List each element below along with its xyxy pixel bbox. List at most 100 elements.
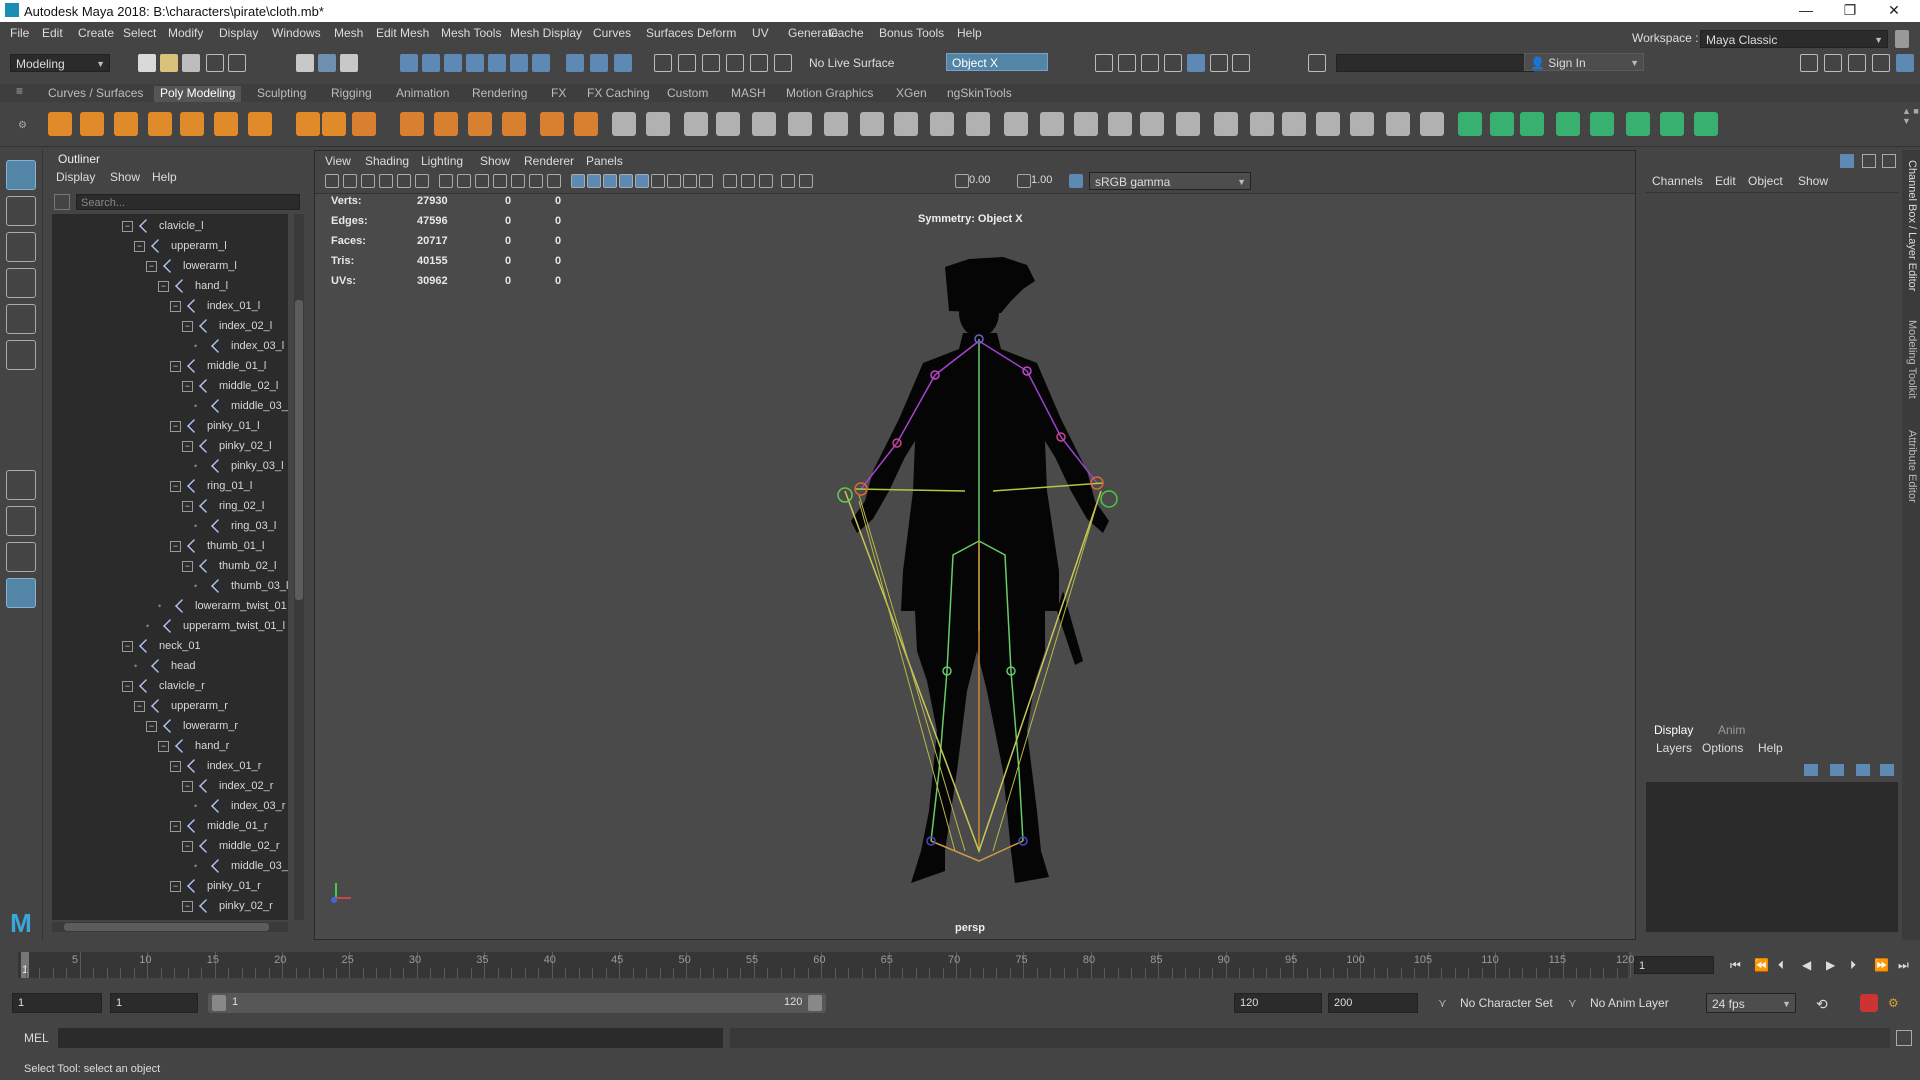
open-scene-icon[interactable] — [160, 54, 178, 72]
collapse-icon[interactable]: − — [122, 640, 133, 652]
menu-curves[interactable]: Curves — [593, 26, 631, 40]
smooth-shade-icon[interactable] — [587, 174, 601, 188]
menu-mesh[interactable]: Mesh — [334, 26, 363, 40]
snap-curve-icon[interactable] — [422, 54, 440, 72]
channel-box-pin-icon[interactable] — [1840, 154, 1854, 168]
sign-in-button[interactable]: 👤 Sign In ▼ — [1524, 53, 1644, 71]
magnet-icon[interactable] — [590, 54, 608, 72]
backface-cull-icon[interactable] — [799, 174, 813, 188]
pirate-character-mesh[interactable] — [765, 251, 1185, 921]
camera-attributes-icon[interactable] — [343, 174, 357, 188]
filter-icon[interactable] — [54, 194, 70, 210]
arnold-render-icon[interactable] — [1164, 54, 1182, 72]
exposure-field[interactable]: 0.00 — [969, 174, 990, 186]
poke-icon[interactable] — [1316, 112, 1340, 136]
outliner-node[interactable]: • ring_03_l — [194, 517, 276, 535]
collapse-icon[interactable]: − — [122, 220, 133, 232]
outliner-node[interactable]: − thumb_01_l — [170, 537, 265, 555]
outliner-vertical-scrollbar[interactable] — [294, 214, 304, 920]
mode-dropdown[interactable]: Modeling ▼ — [10, 54, 110, 72]
current-frame-field[interactable]: 1 — [1634, 956, 1714, 974]
collapse-icon[interactable]: − — [170, 820, 181, 832]
character-set-dropdown[interactable]: No Character Set — [1460, 996, 1553, 1010]
play-backwards-icon[interactable]: ◀ — [1802, 958, 1811, 972]
hypershade-icon[interactable] — [750, 54, 768, 72]
render-region-icon[interactable] — [1095, 54, 1113, 72]
outliner-node[interactable]: − middle_02_r — [182, 837, 280, 855]
film-gate-icon[interactable] — [457, 174, 471, 188]
poly-disc-icon[interactable] — [248, 112, 272, 136]
viewport-menu-lighting[interactable]: Lighting — [421, 154, 463, 168]
outliner-horizontal-scrollbar[interactable] — [52, 922, 288, 932]
outliner-node[interactable]: • head — [134, 657, 195, 675]
nurbs-cube-icon[interactable] — [502, 112, 526, 136]
color-management-icon[interactable] — [1069, 174, 1083, 188]
object-menu[interactable]: Object — [1748, 174, 1783, 188]
quadrangulate-icon[interactable] — [1176, 112, 1200, 136]
animation-start-field[interactable]: 1 — [12, 993, 102, 1013]
svg-icon[interactable] — [400, 112, 424, 136]
mirror-icon[interactable] — [1074, 112, 1098, 136]
auto-key-icon[interactable] — [1860, 994, 1878, 1012]
grease-pencil-icon[interactable] — [415, 174, 429, 188]
playback-end-field[interactable]: 120 — [1234, 993, 1322, 1013]
viewport-menu-view[interactable]: View — [325, 154, 351, 168]
scrollbar-thumb[interactable] — [295, 300, 303, 600]
four-view-layout-icon[interactable] — [6, 506, 36, 536]
command-language-label[interactable]: MEL — [24, 1031, 49, 1045]
time-slider-track[interactable]: 1 51015202530354045505560657075808590951… — [18, 952, 1634, 978]
shelf-tab-rendering[interactable]: Rendering — [472, 86, 527, 100]
step-back-key-icon[interactable]: ⏪ — [1754, 958, 1769, 972]
tab-anim[interactable]: Anim — [1718, 723, 1745, 737]
collapse-icon[interactable]: − — [170, 880, 181, 892]
use-all-lights-icon[interactable] — [619, 174, 633, 188]
platonic-solid-icon[interactable] — [296, 112, 320, 136]
animation-preferences-icon[interactable]: ⚙ — [1888, 996, 1899, 1010]
tab-channel-box-layer-editor[interactable]: Channel Box / Layer Editor — [1904, 160, 1918, 291]
character-controls-icon[interactable] — [1824, 54, 1842, 72]
save-scene-icon[interactable] — [182, 54, 200, 72]
channel-box-float-icon[interactable] — [1882, 154, 1896, 168]
snap-surface-icon[interactable] — [488, 54, 506, 72]
outliner-node[interactable]: − index_01_r — [170, 757, 261, 775]
new-scene-icon[interactable] — [138, 54, 156, 72]
paint-select-tool-icon[interactable] — [6, 232, 36, 262]
poly-cube-icon[interactable] — [80, 112, 104, 136]
outliner-node[interactable]: • index_03_r — [194, 797, 285, 815]
menu-cache[interactable]: Cache — [829, 26, 864, 40]
tab-attribute-editor[interactable]: Attribute Editor — [1904, 430, 1918, 503]
range-slider[interactable]: 1 120 — [208, 993, 826, 1013]
construction-history-icon[interactable] — [654, 54, 672, 72]
xray-active-icon[interactable] — [759, 174, 773, 188]
auto-map-icon[interactable] — [1556, 112, 1580, 136]
collapse-icon[interactable]: − — [182, 560, 193, 572]
script-editor-icon[interactable] — [1896, 1030, 1912, 1046]
offset-loop-icon[interactable] — [1004, 112, 1028, 136]
select-tool-icon[interactable] — [6, 160, 36, 190]
outliner-node[interactable]: − middle_01_l — [170, 357, 266, 375]
menu-select[interactable]: Select — [123, 26, 156, 40]
outliner-search-input[interactable]: Search... — [76, 194, 300, 210]
collapse-icon[interactable]: − — [170, 300, 181, 312]
collapse-icon[interactable]: − — [182, 900, 193, 912]
poly-cone-icon[interactable] — [148, 112, 172, 136]
animation-end-field[interactable]: 200 — [1328, 993, 1418, 1013]
snap-grid-icon[interactable] — [400, 54, 418, 72]
collapse-icon[interactable]: − — [170, 360, 181, 372]
shelf-scroll-icon[interactable]: ▲ ■ ▼ — [1902, 106, 1920, 126]
outliner-node[interactable]: − pinky_02_r — [182, 897, 273, 915]
outliner-node[interactable]: − ring_02_l — [182, 497, 264, 515]
bridge-icon[interactable] — [684, 112, 708, 136]
select-object-icon[interactable] — [318, 54, 336, 72]
shadows-icon[interactable] — [635, 174, 649, 188]
shelf-tab-ngskintools[interactable]: ngSkinTools — [947, 86, 1012, 100]
outliner-node[interactable]: − thumb_02_l — [182, 557, 277, 575]
field-chart-icon[interactable] — [511, 174, 525, 188]
modeling-toolkit-icon[interactable] — [1800, 54, 1818, 72]
outliner-node[interactable]: − pinky_01_r — [170, 877, 261, 895]
lattice-icon[interactable] — [468, 112, 492, 136]
outliner-node[interactable]: • middle_03_ — [194, 857, 288, 875]
lasso-tool-icon[interactable] — [6, 196, 36, 226]
snap-view-icon[interactable] — [466, 54, 484, 72]
select-component-icon[interactable] — [340, 54, 358, 72]
